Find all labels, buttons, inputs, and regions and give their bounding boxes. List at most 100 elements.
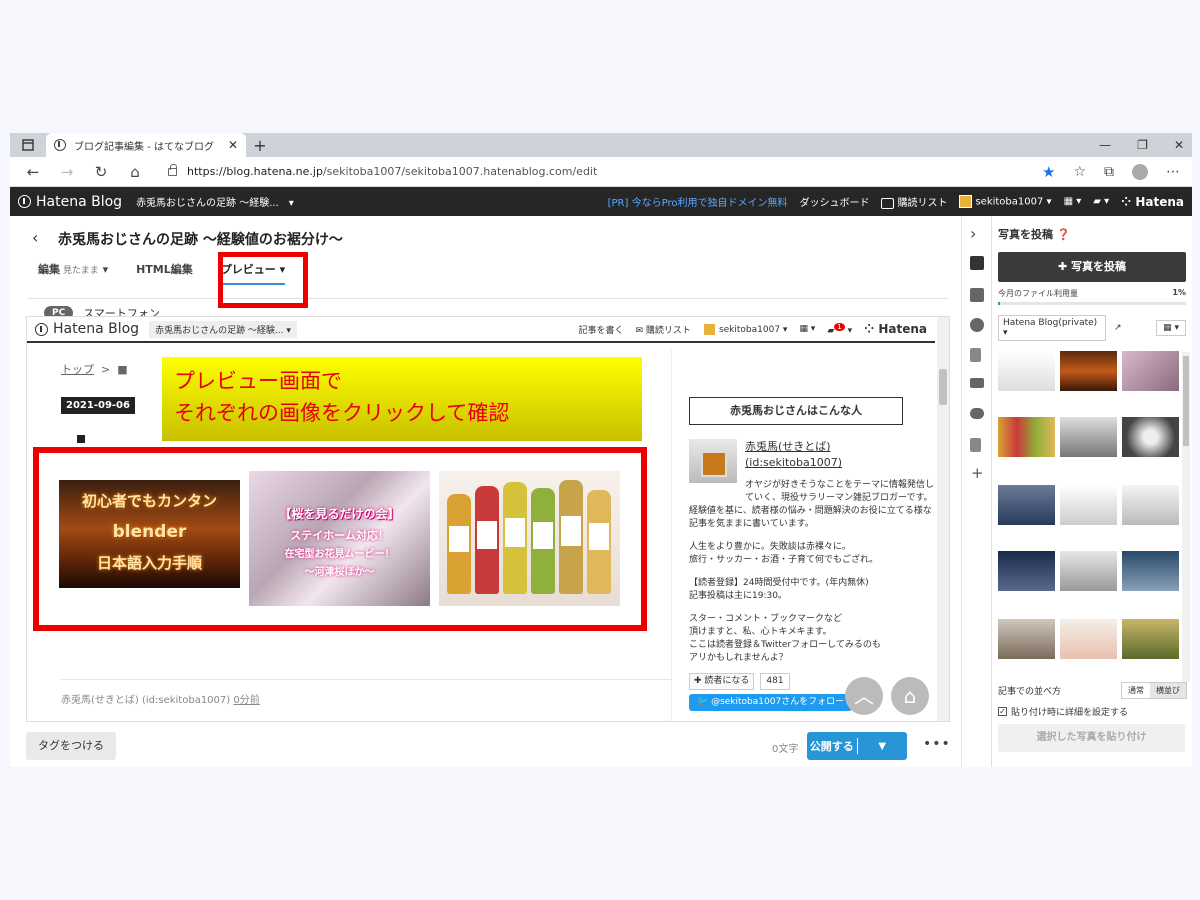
pr-link[interactable]: [PR] 今ならPro利用で独自ドメイン無料 bbox=[608, 194, 788, 209]
more-menu-icon[interactable]: ⋯ bbox=[1166, 164, 1180, 180]
user-menu[interactable]: sekitoba1007 ▾ bbox=[959, 195, 1052, 208]
sort-normal-button[interactable]: 通常 bbox=[1122, 683, 1150, 698]
tab-bar: ブログ記事編集 - はてなブログ ✕ + — ❐ ✕ bbox=[10, 133, 1192, 157]
usage-bar-fill bbox=[998, 302, 1000, 305]
photo-thumb[interactable] bbox=[1060, 485, 1117, 525]
hatena-blog-logo[interactable]: Hatena Blog bbox=[18, 194, 122, 210]
photo-thumb[interactable] bbox=[998, 551, 1055, 591]
post-date[interactable]: 2021-09-06 bbox=[61, 397, 135, 414]
publish-button[interactable]: 公開する ▼ bbox=[807, 732, 907, 760]
photo-thumb[interactable] bbox=[1060, 351, 1117, 391]
profile-image[interactable] bbox=[689, 439, 737, 483]
home-icon[interactable]: ⌂ bbox=[118, 163, 152, 181]
twitter-follow-button[interactable]: 🐦 @sekitoba1007さんをフォロー bbox=[689, 694, 853, 711]
gear-icon[interactable] bbox=[970, 318, 984, 332]
profile-avatar[interactable] bbox=[1132, 163, 1148, 180]
panel-scrollbar[interactable] bbox=[1182, 352, 1190, 682]
twitter-icon[interactable] bbox=[970, 408, 984, 419]
photo-thumb[interactable] bbox=[1122, 619, 1179, 659]
hatena-link[interactable]: ⁘ Hatena bbox=[1121, 195, 1184, 209]
article-title[interactable]: 赤兎馬おじさんの足跡 ～経験値のお裾分け～ bbox=[58, 229, 343, 249]
dashboard-link[interactable]: ダッシュボード bbox=[799, 194, 869, 209]
upload-photo-button[interactable]: ✚ 写真を投稿 bbox=[998, 252, 1186, 282]
blog-selector[interactable]: 赤兎馬おじさんの足跡 ～経験... ▾ bbox=[136, 194, 294, 209]
photo-thumb[interactable] bbox=[998, 417, 1055, 457]
tab-edit[interactable]: 編集 見たまま ▾ bbox=[38, 261, 108, 285]
photo-thumb[interactable] bbox=[1122, 551, 1179, 591]
reload-icon[interactable]: ↻ bbox=[84, 163, 118, 181]
preview-apps-grid-icon[interactable]: ▦ ▾ bbox=[799, 324, 815, 334]
apps-grid-icon[interactable]: ▦ ▾ bbox=[1064, 196, 1082, 207]
profile-heading: 赤兎馬おじさんはこんな人 bbox=[689, 397, 903, 425]
favorites-icon[interactable]: ☆ bbox=[1073, 164, 1086, 180]
collapse-panel-icon[interactable]: › bbox=[970, 224, 976, 243]
preview-scroll-thumb[interactable] bbox=[939, 369, 947, 405]
article-image-blender[interactable]: 初心者でもカンタン blender 日本語入力手順 bbox=[59, 480, 240, 588]
subscribe-button[interactable]: ✚ 読者になる bbox=[689, 673, 755, 690]
bottle-2 bbox=[475, 486, 499, 594]
hatena-link-label: Hatena bbox=[1135, 194, 1184, 209]
new-tab-button[interactable]: + bbox=[246, 136, 274, 155]
photo-thumb[interactable] bbox=[998, 351, 1055, 391]
back-chevron-icon[interactable]: ‹ bbox=[32, 228, 38, 247]
collections-icon[interactable]: ⧉ bbox=[1104, 164, 1114, 180]
preview-blog-selector[interactable]: 赤兎馬おじさんの足跡 ～経験... ▾ bbox=[149, 320, 297, 338]
scroll-top-button[interactable]: ︿ bbox=[845, 677, 883, 715]
document-icon[interactable] bbox=[970, 348, 981, 362]
forward-icon[interactable]: → bbox=[50, 163, 84, 181]
add-tool-icon[interactable]: + bbox=[971, 464, 984, 482]
external-link-icon[interactable]: ↗ bbox=[1114, 323, 1122, 333]
tab-html-edit[interactable]: HTML編集 bbox=[136, 261, 193, 285]
breadcrumb: トップ > ■ bbox=[61, 361, 128, 377]
url-field[interactable]: https://blog.hatena.ne.jp/sekitoba1007/s… bbox=[158, 161, 1028, 183]
preview-hatena-link[interactable]: ⁘ Hatena bbox=[864, 322, 927, 336]
post-time-link[interactable]: 0分前 bbox=[233, 695, 259, 706]
folder-select[interactable]: Hatena Blog(private) ▾ bbox=[998, 315, 1106, 341]
close-tab-icon[interactable]: ✕ bbox=[228, 138, 238, 152]
reading-list-link[interactable]: 購読リスト bbox=[881, 194, 947, 209]
panel-scroll-thumb[interactable] bbox=[1183, 356, 1189, 446]
subscribe-label: 読者になる bbox=[704, 676, 750, 686]
photo-thumb[interactable] bbox=[1122, 351, 1179, 391]
add-tag-button[interactable]: タグをつける bbox=[26, 732, 116, 760]
photo-thumb[interactable] bbox=[998, 485, 1055, 525]
sort-tile-button[interactable]: 横並び bbox=[1150, 683, 1186, 698]
publish-options-chevron-icon[interactable]: ▼ bbox=[858, 741, 908, 752]
upload-photo-label: 写真を投稿 bbox=[1071, 260, 1127, 273]
close-window-icon[interactable]: ✕ bbox=[1174, 138, 1184, 152]
favorite-star-icon[interactable]: ★ bbox=[1042, 163, 1055, 181]
back-icon[interactable]: ← bbox=[16, 163, 50, 181]
preview-notification-icon[interactable]: ▰ 1 ▾ bbox=[827, 322, 852, 336]
preview-hatena-logo[interactable]: Hatena Blog bbox=[35, 321, 139, 337]
write-article-link[interactable]: 記事を書く bbox=[579, 323, 624, 336]
paste-photo-button[interactable]: 選択した写真を貼り付け bbox=[998, 724, 1185, 752]
photo-thumb[interactable] bbox=[1060, 551, 1117, 591]
maximize-icon[interactable]: ❐ bbox=[1137, 138, 1148, 152]
more-options-icon[interactable]: ••• bbox=[923, 736, 951, 752]
folder-tool-icon[interactable] bbox=[970, 288, 984, 302]
detail-checkbox[interactable]: ✓ bbox=[998, 707, 1007, 716]
photo-thumb[interactable] bbox=[1060, 619, 1117, 659]
article-image-sakura[interactable]: 【桜を見るだけの会】 ステイホーム対応！ 在宅型お花見ムービー！ ～河津桜ほか～ bbox=[249, 471, 430, 606]
photo-thumb[interactable] bbox=[1122, 485, 1179, 525]
video-icon[interactable] bbox=[970, 378, 984, 388]
preview-user-menu[interactable]: sekitoba1007 ▾ bbox=[702, 322, 787, 336]
profile-name-link[interactable]: 赤兎馬(せきとば) (id:sekitoba1007) bbox=[745, 439, 842, 471]
breadcrumb-top-link[interactable]: トップ bbox=[61, 363, 94, 376]
photo-thumb[interactable] bbox=[998, 619, 1055, 659]
clipboard-icon[interactable] bbox=[970, 438, 981, 452]
photo-thumb[interactable] bbox=[1060, 417, 1117, 457]
tab-actions-icon[interactable] bbox=[10, 139, 46, 151]
view-grid-button[interactable]: ▦ ▾ bbox=[1156, 320, 1186, 336]
notification-icon[interactable]: ▰ ▾ bbox=[1093, 196, 1109, 207]
preview-reading-list-link[interactable]: ✉ 購読リスト bbox=[636, 323, 691, 336]
home-button[interactable]: ⌂ bbox=[891, 677, 929, 715]
help-icon[interactable]: ❓ bbox=[1057, 228, 1071, 241]
photo-thumb[interactable] bbox=[1122, 417, 1179, 457]
minimize-icon[interactable]: — bbox=[1099, 138, 1111, 152]
photo-tool-icon[interactable] bbox=[970, 256, 984, 270]
photo-grid bbox=[998, 351, 1186, 679]
browser-tab[interactable]: ブログ記事編集 - はてなブログ ✕ bbox=[46, 133, 246, 157]
article-image-bottles[interactable] bbox=[439, 471, 620, 606]
bottle-5 bbox=[559, 480, 583, 594]
